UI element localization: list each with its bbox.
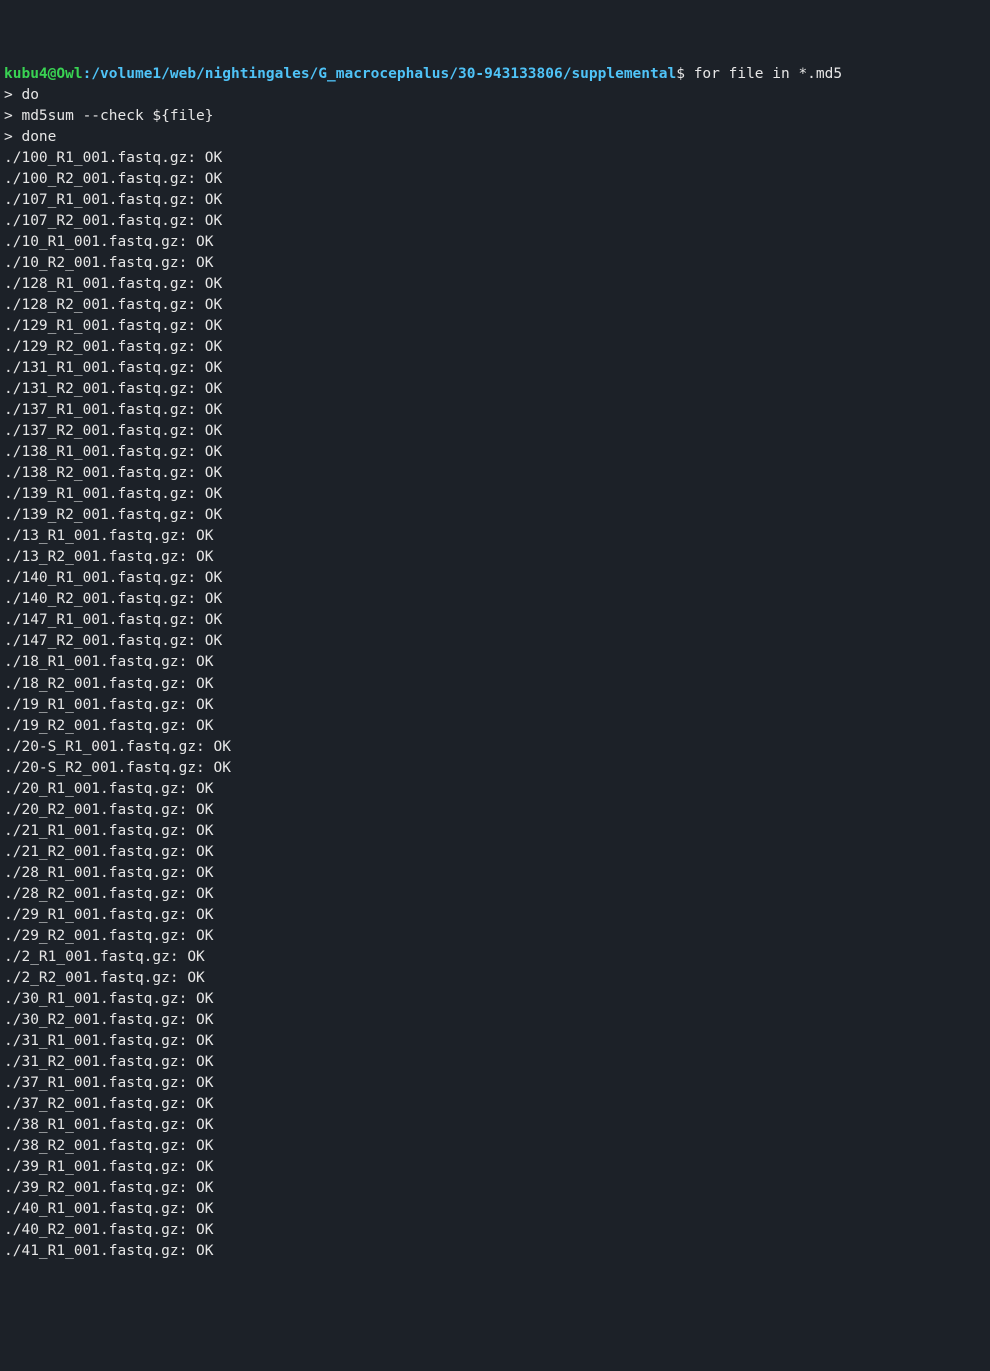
output-line: ./129_R1_001.fastq.gz: OK — [4, 316, 986, 337]
output-line: ./31_R1_001.fastq.gz: OK — [4, 1031, 986, 1052]
current-path: /volume1/web/nightingales/G_macrocephalu… — [91, 66, 676, 82]
output-line: ./13_R1_001.fastq.gz: OK — [4, 526, 986, 547]
output-line: ./131_R1_001.fastq.gz: OK — [4, 358, 986, 379]
output-line: ./139_R1_001.fastq.gz: OK — [4, 484, 986, 505]
output-line: ./19_R2_001.fastq.gz: OK — [4, 716, 986, 737]
output-line: ./30_R2_001.fastq.gz: OK — [4, 1010, 986, 1031]
output-line: ./2_R1_001.fastq.gz: OK — [4, 947, 986, 968]
output-line: ./28_R1_001.fastq.gz: OK — [4, 863, 986, 884]
output-line: ./20_R1_001.fastq.gz: OK — [4, 779, 986, 800]
output-line: ./20-S_R2_001.fastq.gz: OK — [4, 758, 986, 779]
output-line: ./100_R1_001.fastq.gz: OK — [4, 148, 986, 169]
output-line: ./147_R1_001.fastq.gz: OK — [4, 610, 986, 631]
terminal-output[interactable]: kubu4@Owl:/volume1/web/nightingales/G_ma… — [0, 63, 990, 1266]
output-line: ./131_R2_001.fastq.gz: OK — [4, 379, 986, 400]
user-host: kubu4@Owl — [4, 66, 83, 82]
output-line: ./28_R2_001.fastq.gz: OK — [4, 884, 986, 905]
continuation-line: > md5sum --check ${file} — [4, 106, 986, 127]
output-line: ./37_R2_001.fastq.gz: OK — [4, 1094, 986, 1115]
output-line: ./29_R2_001.fastq.gz: OK — [4, 926, 986, 947]
output-line: ./137_R1_001.fastq.gz: OK — [4, 400, 986, 421]
output-line: ./128_R2_001.fastq.gz: OK — [4, 295, 986, 316]
output-line: ./29_R1_001.fastq.gz: OK — [4, 905, 986, 926]
output-line: ./10_R2_001.fastq.gz: OK — [4, 253, 986, 274]
dollar-sign: $ — [676, 66, 685, 82]
output-line: ./19_R1_001.fastq.gz: OK — [4, 695, 986, 716]
output-line: ./13_R2_001.fastq.gz: OK — [4, 547, 986, 568]
output-line: ./147_R2_001.fastq.gz: OK — [4, 631, 986, 652]
output-line: ./107_R1_001.fastq.gz: OK — [4, 190, 986, 211]
output-line: ./40_R1_001.fastq.gz: OK — [4, 1199, 986, 1220]
output-line: ./20_R2_001.fastq.gz: OK — [4, 800, 986, 821]
output-line: ./140_R1_001.fastq.gz: OK — [4, 568, 986, 589]
output-block: ./100_R1_001.fastq.gz: OK./100_R2_001.fa… — [4, 148, 986, 1262]
output-line: ./140_R2_001.fastq.gz: OK — [4, 589, 986, 610]
output-line: ./39_R2_001.fastq.gz: OK — [4, 1178, 986, 1199]
output-line: ./40_R2_001.fastq.gz: OK — [4, 1220, 986, 1241]
output-line: ./2_R2_001.fastq.gz: OK — [4, 968, 986, 989]
output-line: ./137_R2_001.fastq.gz: OK — [4, 421, 986, 442]
output-line: ./20-S_R1_001.fastq.gz: OK — [4, 737, 986, 758]
output-line: ./21_R1_001.fastq.gz: OK — [4, 821, 986, 842]
output-line: ./39_R1_001.fastq.gz: OK — [4, 1157, 986, 1178]
output-line: ./31_R2_001.fastq.gz: OK — [4, 1052, 986, 1073]
output-line: ./41_R1_001.fastq.gz: OK — [4, 1241, 986, 1262]
output-line: ./138_R2_001.fastq.gz: OK — [4, 463, 986, 484]
output-line: ./10_R1_001.fastq.gz: OK — [4, 232, 986, 253]
output-line: ./38_R1_001.fastq.gz: OK — [4, 1115, 986, 1136]
command-text — [685, 66, 694, 82]
command-input: for file in *.md5 — [694, 66, 842, 82]
prompt-colon: : — [83, 66, 92, 82]
output-line: ./18_R1_001.fastq.gz: OK — [4, 652, 986, 673]
output-line: ./139_R2_001.fastq.gz: OK — [4, 505, 986, 526]
output-line: ./30_R1_001.fastq.gz: OK — [4, 989, 986, 1010]
output-line: ./37_R1_001.fastq.gz: OK — [4, 1073, 986, 1094]
output-line: ./128_R1_001.fastq.gz: OK — [4, 274, 986, 295]
output-line: ./18_R2_001.fastq.gz: OK — [4, 674, 986, 695]
output-line: ./107_R2_001.fastq.gz: OK — [4, 211, 986, 232]
output-line: ./129_R2_001.fastq.gz: OK — [4, 337, 986, 358]
output-line: ./100_R2_001.fastq.gz: OK — [4, 169, 986, 190]
output-line: ./138_R1_001.fastq.gz: OK — [4, 442, 986, 463]
output-line: ./38_R2_001.fastq.gz: OK — [4, 1136, 986, 1157]
output-line: ./21_R2_001.fastq.gz: OK — [4, 842, 986, 863]
continuation-line: > do — [4, 85, 986, 106]
prompt-line: kubu4@Owl:/volume1/web/nightingales/G_ma… — [4, 64, 986, 85]
continuation-block: > do> md5sum --check ${file}> done — [4, 85, 986, 148]
continuation-line: > done — [4, 127, 986, 148]
